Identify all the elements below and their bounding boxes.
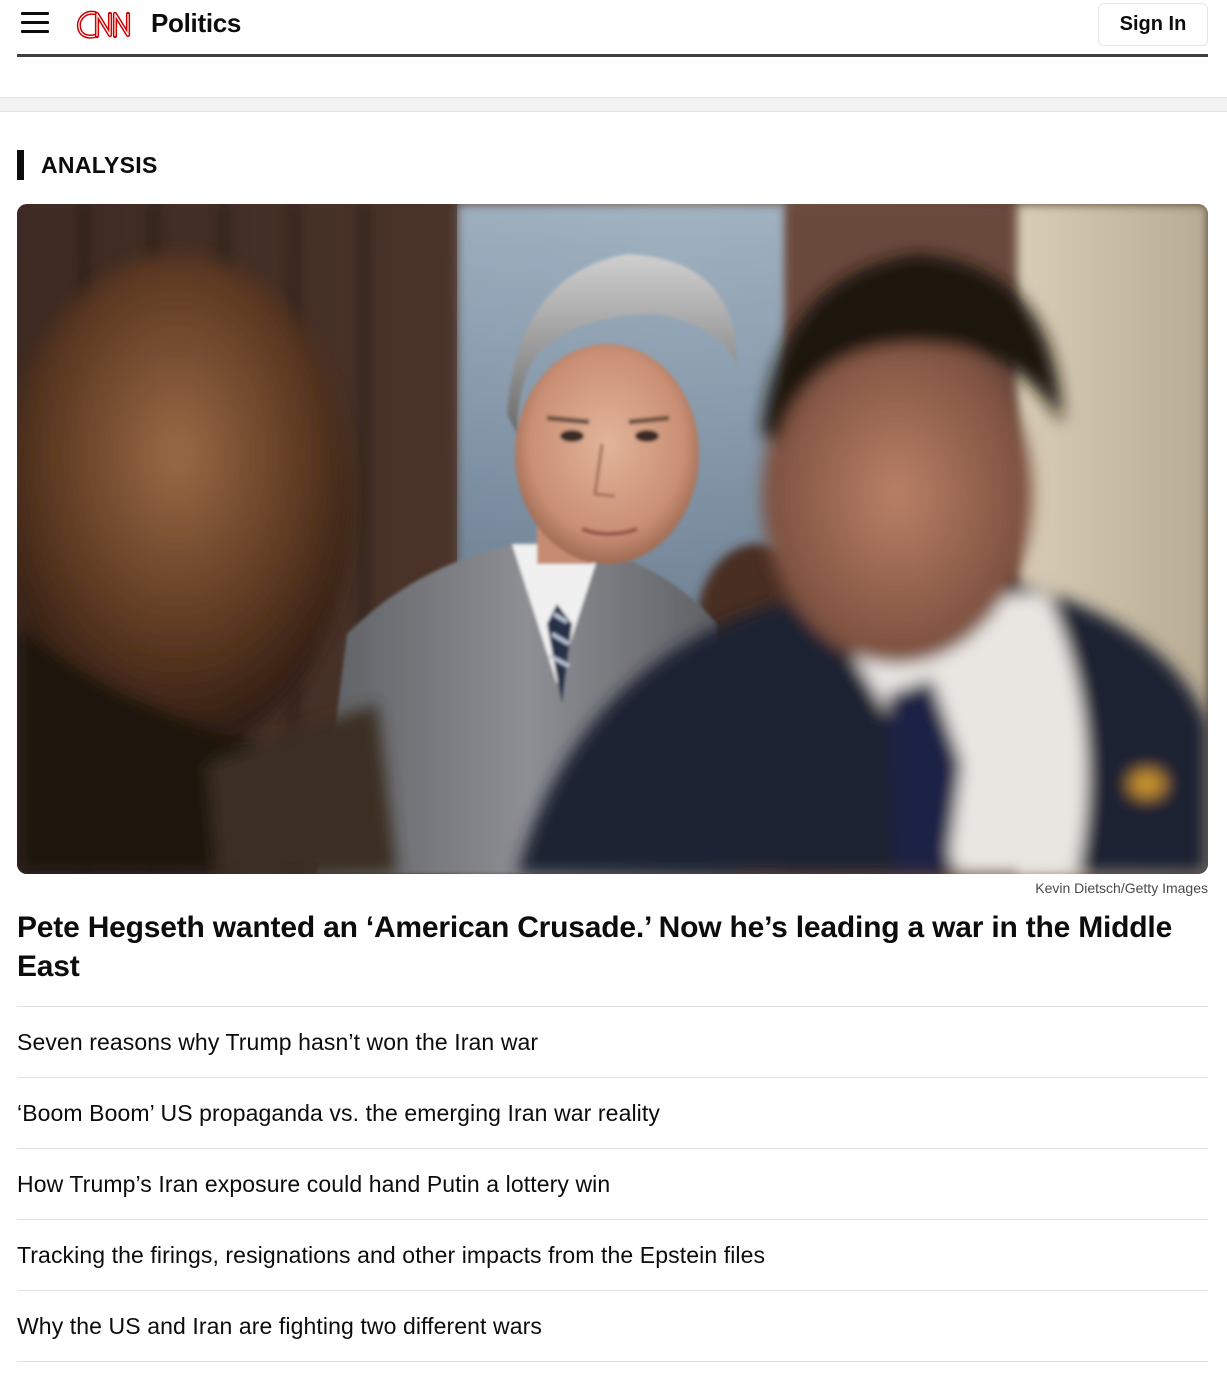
site-header: Politics Sign In bbox=[17, 0, 1208, 57]
related-story-item[interactable]: Tracking the firings, resignations and o… bbox=[17, 1220, 1208, 1291]
cnn-logo[interactable] bbox=[75, 5, 145, 43]
hero-photo bbox=[17, 204, 1208, 874]
sign-in-button[interactable]: Sign In bbox=[1098, 3, 1208, 46]
cnn-logo-mark bbox=[76, 10, 131, 39]
related-story-item[interactable]: Why the US and Iran are fighting two dif… bbox=[17, 1291, 1208, 1362]
related-story-item[interactable]: ‘Boom Boom’ US propaganda vs. the emergi… bbox=[17, 1078, 1208, 1149]
hamburger-menu-icon[interactable] bbox=[21, 10, 51, 36]
article-label: ANALYSIS bbox=[17, 150, 158, 180]
photo-credit: Kevin Dietsch/Getty Images bbox=[1035, 880, 1208, 896]
related-stories-list: Seven reasons why Trump hasn’t won the I… bbox=[17, 1006, 1208, 1362]
label-bar bbox=[17, 150, 24, 180]
hero-image[interactable] bbox=[17, 204, 1208, 874]
label-text: ANALYSIS bbox=[41, 151, 158, 178]
related-story-item[interactable]: Seven reasons why Trump hasn’t won the I… bbox=[17, 1007, 1208, 1078]
ad-band bbox=[0, 97, 1227, 112]
article-headline[interactable]: Pete Hegseth wanted an ‘American Crusade… bbox=[17, 908, 1212, 986]
related-story-item[interactable]: How Trump’s Iran exposure could hand Put… bbox=[17, 1149, 1208, 1220]
section-name[interactable]: Politics bbox=[151, 8, 241, 39]
